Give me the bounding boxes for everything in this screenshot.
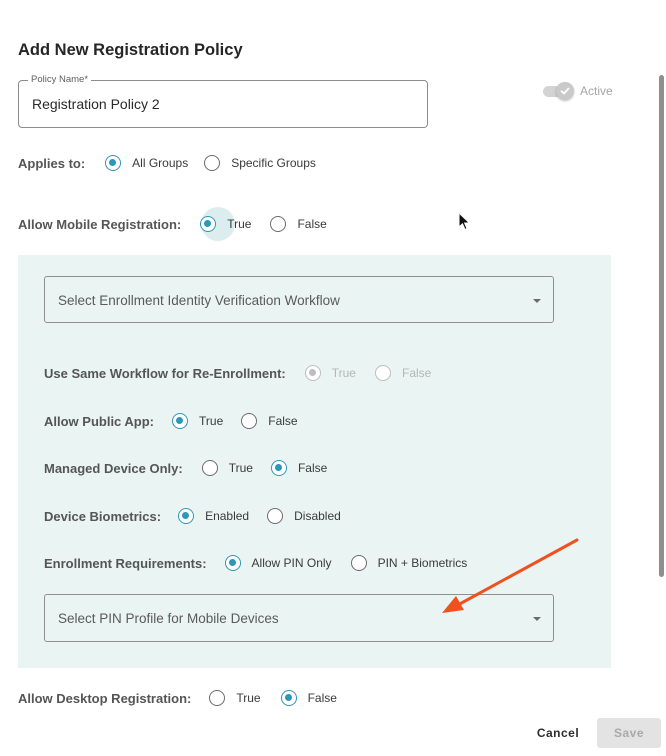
registration-policy-dialog: Add New Registration Policy Policy Name*… [0,0,666,756]
radio-mobile-false[interactable] [270,216,287,232]
option-desktop-true[interactable]: True [209,690,261,706]
managed-true-label: True [228,461,253,475]
option-pin-only[interactable]: Allow PIN Only [224,555,332,571]
radio-specific-groups[interactable] [204,155,221,171]
mobile-false-label: False [297,217,327,231]
biometrics-row: Device Biometrics: Enabled Disabled [44,505,341,527]
radio-desktop-true[interactable] [209,690,226,706]
toggle-knob[interactable] [556,82,574,100]
radio-all-groups[interactable] [105,155,122,171]
radio-managed-false[interactable] [270,460,287,476]
check-icon [560,87,570,95]
arrow-icon [442,538,579,613]
reenroll-false-label: False [401,366,432,380]
desktop-true-label: True [236,691,261,705]
option-biometrics-disabled[interactable]: Disabled [267,508,341,524]
desktop-false-label: False [307,691,337,705]
public-true-label: True [199,414,224,428]
radio-mobile-true[interactable] [200,216,217,232]
option-public-false[interactable]: False [241,413,298,429]
managed-device-row: Managed Device Only: True False [44,457,327,479]
reenrollment-row: Use Same Workflow for Re-Enrollment: Tru… [44,362,431,384]
chevron-down-icon[interactable] [533,299,541,303]
radio-reenroll-true[interactable] [304,365,321,381]
option-mobile-false[interactable]: False [270,216,327,232]
option-reenroll-true[interactable]: True [304,365,356,381]
scrollbar-thumb[interactable] [659,75,664,577]
applies-to-row: Applies to: All Groups Specific Groups [18,152,316,174]
reenroll-true-label: True [331,366,356,380]
option-reenroll-false[interactable]: False [374,365,432,381]
specific-groups-label: Specific Groups [231,156,316,170]
policy-name-value[interactable]: Registration Policy 2 [32,96,160,112]
managed-device-label: Managed Device Only: [44,460,183,476]
cancel-button[interactable]: Cancel [527,719,589,747]
pin-only-label: Allow PIN Only [251,556,332,570]
enrollment-req-row: Enrollment Requirements: Allow PIN Only … [44,552,467,574]
radio-desktop-false[interactable] [280,690,297,706]
option-managed-true[interactable]: True [201,460,253,476]
public-app-label: Allow Public App: [44,413,155,429]
option-specific-groups[interactable]: Specific Groups [204,155,316,171]
all-groups-label: All Groups [132,156,189,170]
biometrics-enabled-label: Enabled [205,509,250,523]
reenrollment-label: Use Same Workflow for Re-Enrollment: [44,365,286,381]
option-mobile-true[interactable]: True [200,216,251,232]
radio-reenroll-false[interactable] [374,365,391,381]
pin-profile-placeholder: Select PIN Profile for Mobile Devices [58,611,279,626]
option-managed-false[interactable]: False [270,460,328,476]
radio-managed-true[interactable] [201,460,218,476]
chevron-down-icon[interactable] [533,617,541,621]
workflow-select-placeholder: Select Enrollment Identity Verification … [58,293,340,308]
radio-pin-biometrics[interactable] [350,555,367,571]
mobile-true-label: True [227,217,252,231]
save-button[interactable]: Save [597,718,661,748]
policy-name-field[interactable]: Policy Name* Registration Policy 2 [18,74,428,128]
option-biometrics-enabled[interactable]: Enabled [178,508,249,524]
public-app-row: Allow Public App: True False [44,410,298,432]
allow-mobile-label: Allow Mobile Registration: [18,216,182,232]
public-false-label: False [268,414,298,428]
managed-false-label: False [297,461,328,475]
option-all-groups[interactable]: All Groups [105,155,188,171]
biometrics-label: Device Biometrics: [44,508,162,524]
applies-to-label: Applies to: [18,155,86,171]
active-label: Active [580,84,613,98]
radio-biometrics-disabled[interactable] [267,508,284,524]
active-toggle[interactable]: Active [543,82,613,102]
option-desktop-false[interactable]: False [280,690,337,706]
radio-public-false[interactable] [241,413,258,429]
allow-desktop-row: Allow Desktop Registration: True False [18,687,337,709]
radio-public-true[interactable] [172,413,189,429]
radio-biometrics-enabled[interactable] [178,508,195,524]
option-public-true[interactable]: True [172,413,223,429]
policy-name-label: Policy Name* [28,74,92,85]
enrollment-req-label: Enrollment Requirements: [44,555,207,571]
biometrics-disabled-label: Disabled [294,509,341,523]
workflow-select[interactable]: Select Enrollment Identity Verification … [44,276,554,323]
allow-desktop-label: Allow Desktop Registration: [18,690,192,706]
mouse-pointer-icon [458,212,471,231]
allow-mobile-row: Allow Mobile Registration: True False [18,213,327,235]
radio-pin-only[interactable] [224,555,241,571]
dialog-title: Add New Registration Policy [18,41,243,59]
